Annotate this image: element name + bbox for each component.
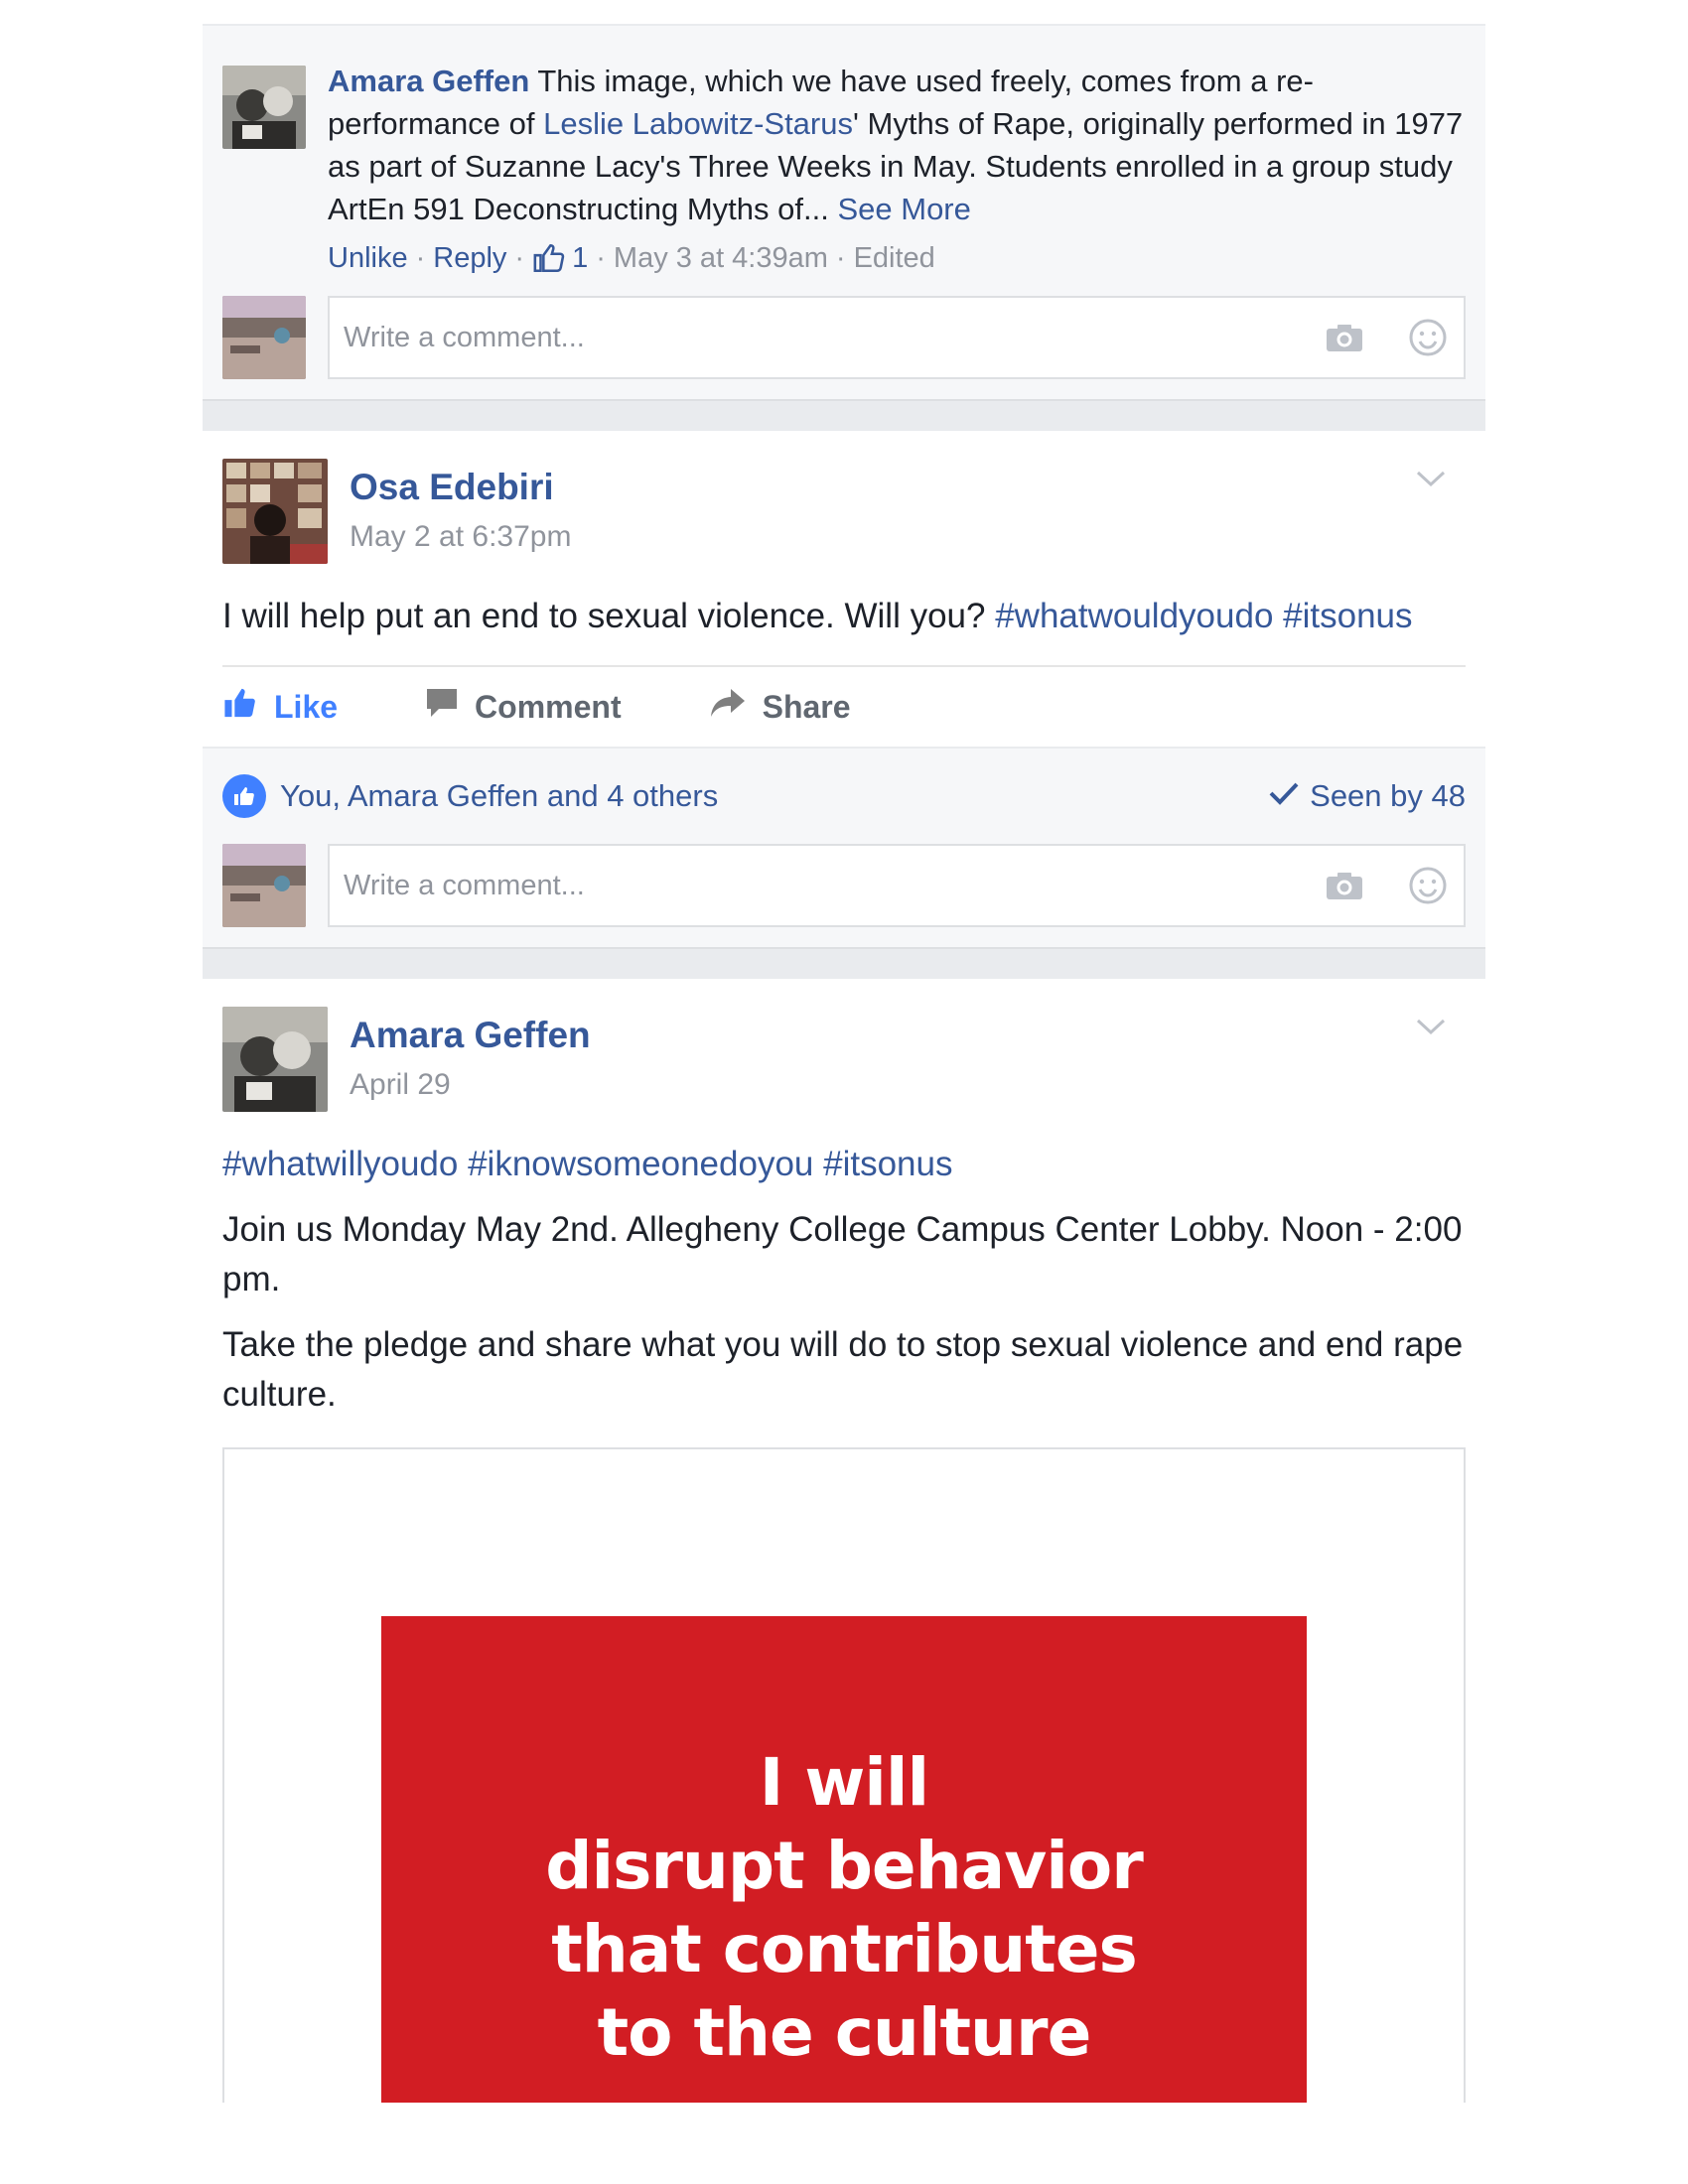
hashtag-line[interactable]: #whatwillyoudo #iknowsomeonedoyou #itson… — [222, 1140, 1466, 1189]
comment-icon — [425, 687, 475, 727]
check-icon — [1268, 778, 1310, 814]
comment-meta: Unlike · Reply · 1 · May 3 at 4:39am · E… — [328, 238, 1466, 278]
reactions-text: You, Amara Geffen and 4 others — [280, 778, 719, 813]
see-more-link[interactable]: See More — [837, 192, 970, 226]
pledge-poster: I will disrupt behavior that contributes… — [381, 1616, 1307, 2103]
post: Amara Geffen April 29 #whatwillyoudo #ik… — [203, 979, 1485, 2103]
post: Osa Edebiri May 2 at 6:37pm I will help … — [203, 431, 1485, 947]
share-button[interactable]: Share — [709, 687, 851, 727]
share-icon — [709, 687, 763, 727]
comment-text: Amara Geffen This image, which we have u… — [328, 60, 1466, 230]
reactions-bar: You, Amara Geffen and 4 others Seen by 4… — [222, 749, 1466, 844]
separator: · — [514, 242, 525, 274]
reply-link[interactable]: Reply — [433, 238, 506, 278]
feed-divider — [203, 399, 1485, 431]
avatar[interactable] — [222, 66, 306, 149]
hashtag-link[interactable]: #whatwouldyoudo — [995, 597, 1273, 635]
comment-label: Comment — [475, 688, 622, 725]
like-label: Like — [274, 688, 339, 725]
poster-line: to the culture — [597, 1994, 1092, 2071]
thumbs-up-icon — [222, 686, 274, 728]
like-button[interactable]: Like — [222, 686, 338, 728]
post-paragraph: Take the pledge and share what you will … — [222, 1325, 1464, 1414]
comment-mention-link[interactable]: Leslie Labowitz-Starus — [543, 106, 853, 141]
news-feed: Amara Geffen This image, which we have u… — [203, 24, 1485, 2184]
smiley-icon[interactable] — [1406, 316, 1450, 359]
separator: · — [415, 242, 426, 274]
write-comment-row — [222, 296, 1466, 379]
comment-input[interactable] — [344, 869, 1283, 902]
feed-divider — [203, 947, 1485, 979]
poster-line: disrupt behavior — [545, 1828, 1144, 1904]
post-image[interactable]: I will disrupt behavior that contributes… — [222, 1447, 1466, 2103]
post-text: I will help put an end to sexual violenc… — [222, 592, 1466, 641]
seen-by-text: Seen by 48 — [1310, 778, 1466, 813]
comment-input-box[interactable] — [328, 296, 1466, 379]
hashtag-link[interactable]: #itsonus — [1283, 597, 1412, 635]
comment-timestamp[interactable]: May 3 at 4:39am — [614, 238, 828, 278]
edited-label[interactable]: Edited — [854, 238, 935, 278]
post-timestamp[interactable]: April 29 — [350, 1068, 591, 1102]
comment-author[interactable]: Amara Geffen — [328, 64, 529, 98]
chevron-down-icon[interactable] — [1414, 1015, 1448, 1038]
post-text: #whatwillyoudo #iknowsomeonedoyou #itson… — [222, 1140, 1466, 1420]
post-header: Osa Edebiri May 2 at 6:37pm — [222, 431, 1466, 564]
separator: · — [596, 242, 606, 274]
comment: Amara Geffen This image, which we have u… — [222, 48, 1466, 278]
post-timestamp[interactable]: May 2 at 6:37pm — [350, 520, 571, 554]
post-actions: Like Comment Share — [222, 665, 1466, 747]
chevron-down-icon[interactable] — [1414, 467, 1448, 490]
poster-line: that contributes — [551, 1911, 1138, 1987]
post-paragraph: Join us Monday May 2nd. Allegheny Colleg… — [222, 1210, 1463, 1298]
reactions-section: You, Amara Geffen and 4 others Seen by 4… — [203, 747, 1485, 947]
post-header: Amara Geffen April 29 — [222, 979, 1466, 1112]
avatar[interactable] — [222, 1007, 328, 1112]
avatar — [222, 296, 306, 379]
comment-section: Amara Geffen This image, which we have u… — [203, 24, 1485, 399]
post-author[interactable]: Amara Geffen — [350, 1015, 591, 1056]
post-message: I will help put an end to sexual violenc… — [222, 597, 996, 635]
smiley-icon[interactable] — [1406, 864, 1450, 907]
comment-input-box[interactable] — [328, 844, 1466, 927]
share-label: Share — [762, 688, 851, 725]
like-count[interactable]: 1 — [572, 238, 588, 278]
reactions-summary[interactable]: You, Amara Geffen and 4 others — [222, 774, 718, 818]
avatar[interactable] — [222, 459, 328, 564]
comment-input[interactable] — [344, 321, 1283, 354]
thumbs-up-icon[interactable] — [532, 241, 566, 275]
camera-icon[interactable] — [1323, 316, 1366, 359]
avatar — [222, 844, 306, 927]
like-reaction-icon — [222, 774, 266, 818]
comment-button[interactable]: Comment — [425, 687, 622, 727]
unlike-link[interactable]: Unlike — [328, 238, 408, 278]
write-comment-row — [222, 844, 1466, 927]
seen-by[interactable]: Seen by 48 — [1268, 778, 1466, 814]
camera-icon[interactable] — [1323, 864, 1366, 907]
post-author[interactable]: Osa Edebiri — [350, 467, 571, 508]
poster-line: I will — [759, 1744, 929, 1821]
separator: · — [835, 242, 846, 274]
